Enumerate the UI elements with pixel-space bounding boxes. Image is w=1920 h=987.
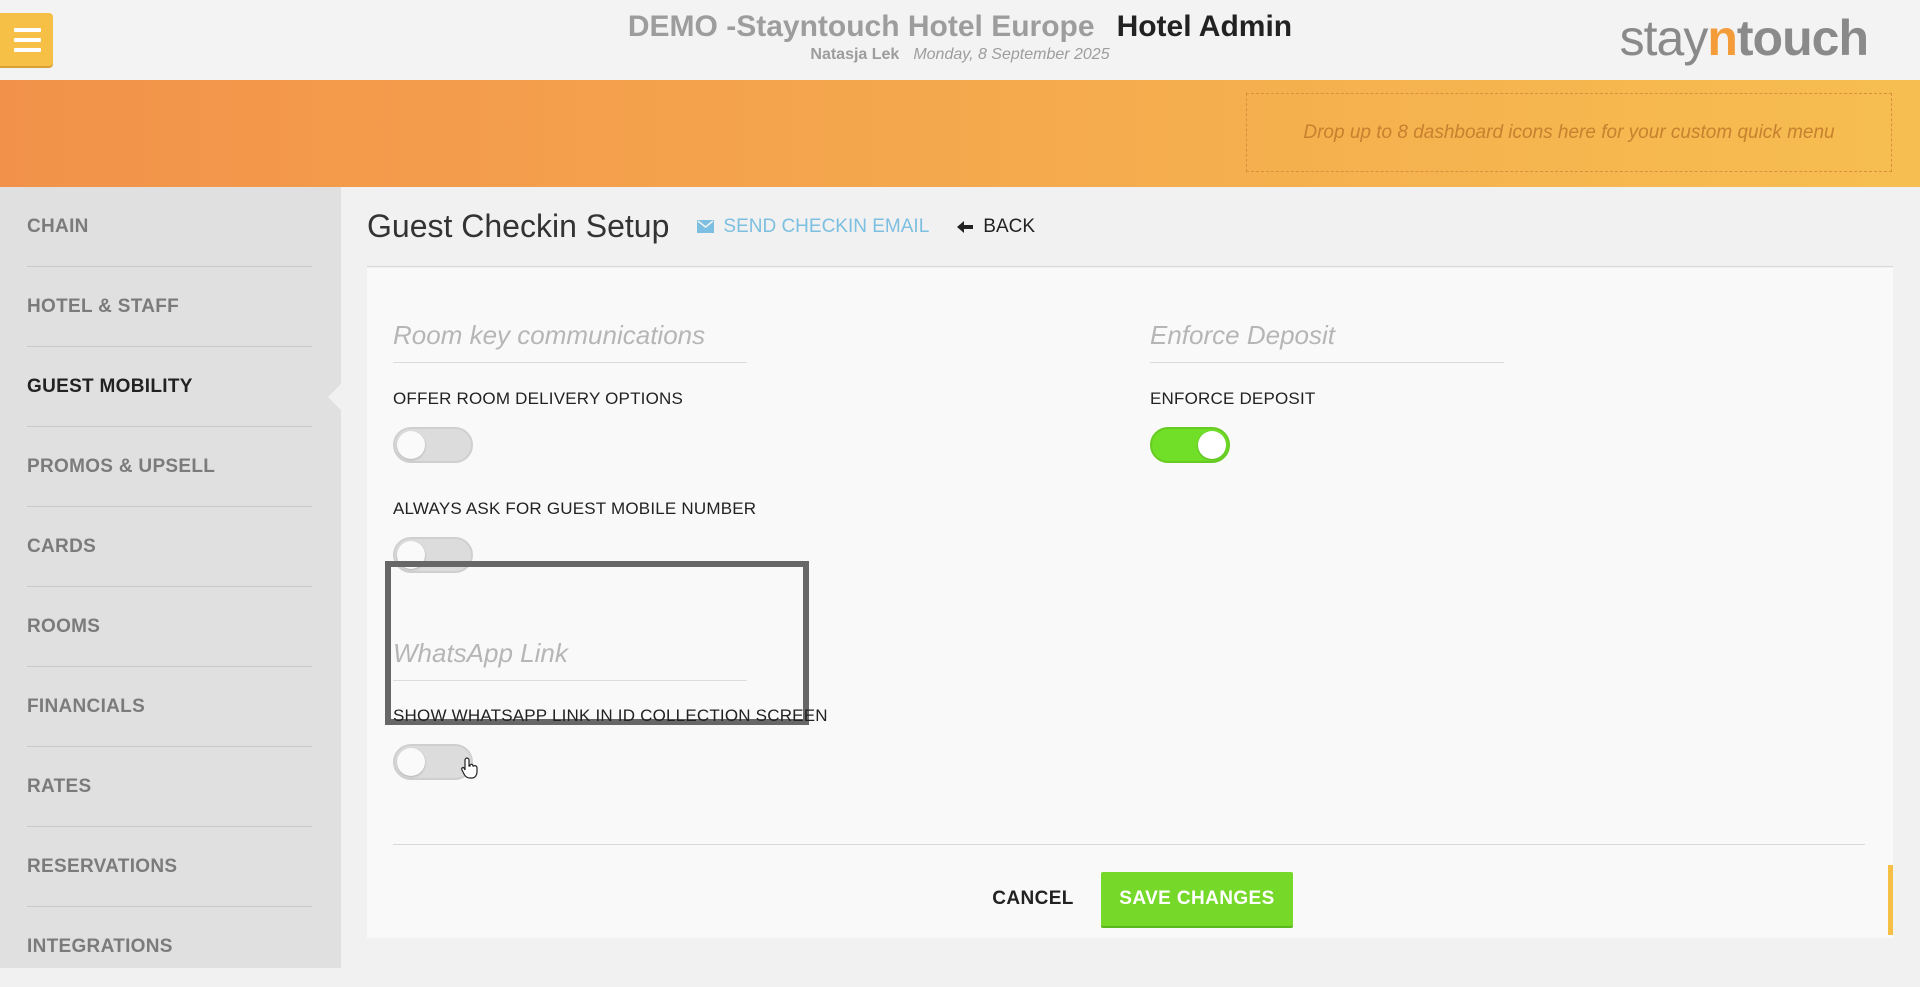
mail-icon (697, 220, 715, 233)
sidebar-item-label: CHAIN (27, 215, 89, 237)
page-header: Guest Checkin Setup SEND CHECKIN EMAIL B… (367, 187, 1893, 267)
logo-part: n (1707, 10, 1738, 66)
back-button[interactable]: BACK (957, 216, 1035, 238)
enforce-deposit-toggle[interactable] (1150, 427, 1230, 463)
sidebar-item-label: CARDS (27, 535, 97, 557)
section-divider (393, 680, 747, 681)
sidebar-item-label: INTEGRATIONS (27, 936, 173, 957)
sidebar-item-rates[interactable]: RATES (27, 747, 312, 827)
scrollbar-thumb[interactable] (1888, 865, 1893, 935)
sidebar-item-hotel-staff[interactable]: HOTEL & STAFF (27, 267, 312, 347)
stayntouch-logo: stayntouch (1619, 8, 1869, 68)
section-title-whatsapp: WhatsApp Link (393, 638, 568, 668)
current-date: Monday, 8 September 2025 (913, 46, 1110, 63)
user-name: Natasja Lek (810, 46, 900, 63)
sidebar-item-label: FINANCIALS (27, 695, 146, 717)
cancel-button[interactable]: CANCEL (988, 873, 1078, 925)
whatsapp-link-label: SHOW WHATSAPP LINK IN ID COLLECTION SCRE… (393, 706, 828, 725)
back-arrow-icon (957, 220, 974, 233)
sidebar: CHAIN HOTEL & STAFF GUEST MOBILITY PROMO… (0, 187, 341, 968)
sidebar-item-cards[interactable]: CARDS (27, 507, 312, 587)
sidebar-item-rooms[interactable]: ROOMS (27, 587, 312, 667)
back-label: BACK (983, 215, 1036, 237)
quick-menu-dropzone[interactable]: Drop up to 8 dashboard icons here for yo… (1246, 93, 1892, 172)
sidebar-item-label: RESERVATIONS (27, 855, 178, 877)
toggle-knob (1198, 431, 1226, 459)
toggle-knob (397, 748, 425, 776)
quick-menu-band: Drop up to 8 dashboard icons here for yo… (0, 80, 1920, 187)
enforce-deposit-label: ENFORCE DEPOSIT (1150, 389, 1316, 408)
footer-divider (393, 844, 1865, 845)
section-title-enforce-deposit: Enforce Deposit (1150, 320, 1335, 350)
sidebar-item-label: HOTEL & STAFF (27, 295, 180, 317)
sidebar-item-label: RATES (27, 775, 92, 797)
sidebar-item-reservations[interactable]: RESERVATIONS (27, 827, 312, 907)
logo-part: touch (1736, 10, 1869, 66)
sidebar-item-label: GUEST MOBILITY (27, 375, 193, 397)
section-title-room-key: Room key communications (393, 320, 706, 350)
page-title: Guest Checkin Setup (367, 208, 670, 244)
top-header: DEMO -Stayntouch Hotel Europe Hotel Admin… (0, 0, 1920, 80)
section-divider (1150, 362, 1504, 363)
sidebar-item-financials[interactable]: FINANCIALS (27, 667, 312, 747)
offer-room-delivery-label: OFFER ROOM DELIVERY OPTIONS (393, 389, 684, 408)
toggle-knob (397, 431, 425, 459)
section-divider (393, 362, 747, 363)
send-checkin-email-link[interactable]: SEND CHECKIN EMAIL (697, 216, 929, 238)
sidebar-item-label: ROOMS (27, 615, 101, 637)
app-name: Hotel Admin (1116, 10, 1293, 43)
dropzone-text: Drop up to 8 dashboard icons here for yo… (1303, 121, 1835, 143)
sidebar-item-chain[interactable]: CHAIN (27, 187, 312, 267)
sidebar-item-label: PROMOS & UPSELL (27, 455, 216, 477)
sidebar-item-integrations[interactable]: INTEGRATIONS (27, 907, 312, 987)
settings-panel: Room key communications OFFER ROOM DELIV… (367, 268, 1893, 938)
ask-mobile-number-label: ALWAYS ASK FOR GUEST MOBILE NUMBER (393, 499, 757, 518)
active-indicator (328, 384, 341, 410)
logo-part: stay (1619, 10, 1709, 66)
hotel-name: DEMO -Stayntouch Hotel Europe (627, 10, 1095, 43)
offer-room-delivery-toggle[interactable] (393, 427, 473, 463)
hand-cursor-icon (461, 757, 478, 779)
save-changes-button[interactable]: SAVE CHANGES (1101, 872, 1293, 926)
send-checkin-email-label: SEND CHECKIN EMAIL (723, 215, 930, 237)
sidebar-item-promos-upsell[interactable]: PROMOS & UPSELL (27, 427, 312, 507)
main-content: Guest Checkin Setup SEND CHECKIN EMAIL B… (341, 187, 1920, 968)
sidebar-item-guest-mobility[interactable]: GUEST MOBILITY (27, 347, 312, 427)
